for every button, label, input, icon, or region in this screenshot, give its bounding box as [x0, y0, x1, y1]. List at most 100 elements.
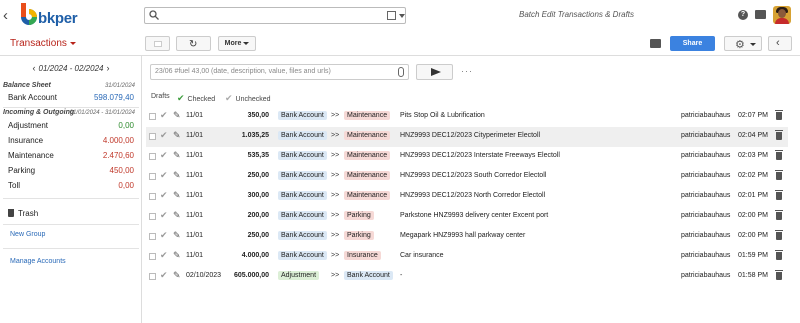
row-checkbox[interactable]	[149, 173, 156, 180]
edit-icon[interactable]: ✎	[173, 230, 181, 241]
trash-icon[interactable]	[775, 150, 783, 160]
chevron-left-icon[interactable]: ‹	[33, 63, 36, 73]
from-account-tag[interactable]: Bank Account	[278, 151, 327, 160]
to-account-tag[interactable]: Bank Account	[344, 271, 393, 280]
edit-icon[interactable]: ✎	[173, 210, 181, 221]
from-account-tag[interactable]: Bank Account	[278, 111, 327, 120]
chat-icon[interactable]	[755, 10, 766, 19]
check-icon[interactable]: ✔	[160, 170, 168, 181]
transaction-row[interactable]: ✔ ✎ 11/01 250,00 Bank Account >> Maintenance HN…	[146, 167, 788, 187]
trash-link[interactable]: Trash	[8, 209, 38, 218]
edit-icon[interactable]: ✎	[173, 130, 181, 141]
transaction-row[interactable]: ✔ ✎ 11/01 350,00 Bank Account >> Maintenance Pi…	[146, 107, 788, 127]
from-account-tag[interactable]: Adjustment	[278, 271, 320, 280]
to-account-tag[interactable]: Parking	[344, 231, 374, 240]
period-label[interactable]: 01/2024 - 02/2024	[39, 64, 104, 73]
row-checkbox[interactable]	[149, 233, 156, 240]
select-all-button[interactable]	[145, 36, 170, 51]
trash-icon[interactable]	[775, 270, 783, 280]
back-icon[interactable]: ‹	[3, 7, 8, 24]
check-icon[interactable]: ✔	[160, 210, 168, 221]
attach-icon[interactable]	[398, 67, 404, 77]
manage-accounts-link[interactable]: Manage Accounts	[10, 258, 66, 265]
row-checkbox[interactable]	[149, 253, 156, 260]
collapse-panel-button[interactable]: ‹	[768, 36, 792, 51]
edit-icon[interactable]: ✎	[173, 270, 181, 281]
comments-icon[interactable]	[650, 39, 661, 48]
from-account-tag[interactable]: Bank Account	[278, 211, 327, 220]
new-group-link[interactable]: New Group	[10, 231, 45, 238]
more-options-icon[interactable]: ···	[461, 66, 473, 76]
from-account-tag[interactable]: Bank Account	[278, 171, 327, 180]
to-account-tag[interactable]: Maintenance	[344, 191, 391, 200]
account-parking[interactable]: Parking 450,00	[8, 166, 134, 180]
row-checkbox[interactable]	[149, 133, 156, 140]
trash-icon[interactable]	[775, 210, 783, 220]
send-button[interactable]	[416, 64, 453, 80]
row-checkbox[interactable]	[149, 153, 156, 160]
row-checkbox[interactable]	[149, 113, 156, 120]
to-account-tag[interactable]: Maintenance	[344, 171, 391, 180]
to-account-tag[interactable]: Insurance	[344, 251, 381, 260]
transaction-row[interactable]: ✔ ✎ 11/01 4.000,00 Bank Account >> Insurance Ca…	[146, 247, 788, 267]
edit-icon[interactable]: ✎	[173, 190, 181, 201]
from-account-tag[interactable]: Bank Account	[278, 251, 327, 260]
from-account-tag[interactable]: Bank Account	[278, 191, 327, 200]
trash-icon[interactable]	[775, 230, 783, 240]
row-checkbox[interactable]	[149, 213, 156, 220]
trash-icon[interactable]	[775, 170, 783, 180]
account-toll[interactable]: Toll 0,00	[8, 181, 134, 195]
calendar-icon[interactable]	[387, 11, 396, 20]
transaction-row[interactable]: ✔ ✎ 11/01 300,00 Bank Account >> Maintenance HN…	[146, 187, 788, 207]
group-title[interactable]: Balance Sheet	[3, 82, 51, 89]
trash-icon[interactable]	[775, 250, 783, 260]
account-adjustment[interactable]: Adjustment 0,00	[8, 121, 134, 135]
edit-icon[interactable]: ✎	[173, 250, 181, 261]
check-icon[interactable]: ✔	[160, 110, 168, 121]
to-account-tag[interactable]: Maintenance	[344, 151, 391, 160]
trash-icon[interactable]	[775, 130, 783, 140]
transaction-row[interactable]: ✔ ✎ 02/10/2023 605.000,00 Adjustment >> Bank A…	[146, 267, 788, 287]
avatar[interactable]	[773, 6, 791, 24]
group-title[interactable]: Incoming & Outgoing	[3, 109, 74, 116]
check-icon[interactable]: ✔	[160, 230, 168, 241]
filter-drafts[interactable]: Drafts	[151, 93, 170, 100]
account-bank-account[interactable]: Bank Account 598.079,40	[8, 93, 134, 107]
transaction-row[interactable]: ✔ ✎ 11/01 535,35 Bank Account >> Maintenance HN…	[146, 147, 788, 167]
settings-button[interactable]: ⚙	[724, 36, 762, 51]
transaction-input[interactable]: 23/06 #fuel 43,00 (date, description, va…	[150, 64, 409, 80]
account-maintenance[interactable]: Maintenance 2.470,60	[8, 151, 134, 165]
edit-icon[interactable]: ✎	[173, 170, 181, 181]
filter-checked[interactable]: ✔ Checked	[177, 93, 215, 104]
edit-icon[interactable]: ✎	[173, 110, 181, 121]
check-icon[interactable]: ✔	[160, 150, 168, 161]
check-icon[interactable]: ✔	[160, 250, 168, 261]
account-insurance[interactable]: Insurance 4.000,00	[8, 136, 134, 150]
edit-icon[interactable]: ✎	[173, 150, 181, 161]
to-account-tag[interactable]: Maintenance	[344, 131, 391, 140]
from-account-tag[interactable]: Bank Account	[278, 131, 327, 140]
check-icon[interactable]: ✔	[160, 270, 168, 281]
trash-icon[interactable]	[775, 110, 783, 120]
logo[interactable]: bkper	[17, 3, 87, 29]
row-checkbox[interactable]	[149, 193, 156, 200]
check-icon[interactable]: ✔	[160, 130, 168, 141]
search-input[interactable]	[144, 7, 406, 24]
transaction-row[interactable]: ✔ ✎ 11/01 250,00 Bank Account >> Parking Megapa…	[146, 227, 788, 247]
to-account-tag[interactable]: Maintenance	[344, 111, 391, 120]
transaction-row[interactable]: ✔ ✎ 11/01 1.035,25 Bank Account >> Maintenance…	[146, 127, 788, 147]
book-title-menu[interactable]: Transactions	[10, 38, 76, 49]
check-icon[interactable]: ✔	[160, 190, 168, 201]
to-account-tag[interactable]: Parking	[344, 211, 374, 220]
filter-unchecked[interactable]: ✔ Unchecked	[225, 93, 271, 104]
refresh-button[interactable]: ↻	[176, 36, 211, 51]
help-icon[interactable]: ?	[738, 10, 748, 20]
share-button[interactable]: Share	[670, 36, 715, 51]
chevron-right-icon[interactable]: ›	[106, 63, 109, 73]
transaction-row[interactable]: ✔ ✎ 11/01 200,00 Bank Account >> Parking Parkst…	[146, 207, 788, 227]
row-checkbox[interactable]	[149, 273, 156, 280]
trash-icon[interactable]	[775, 190, 783, 200]
more-button[interactable]: More	[218, 36, 256, 51]
chevron-down-icon[interactable]	[399, 14, 405, 18]
from-account-tag[interactable]: Bank Account	[278, 231, 327, 240]
